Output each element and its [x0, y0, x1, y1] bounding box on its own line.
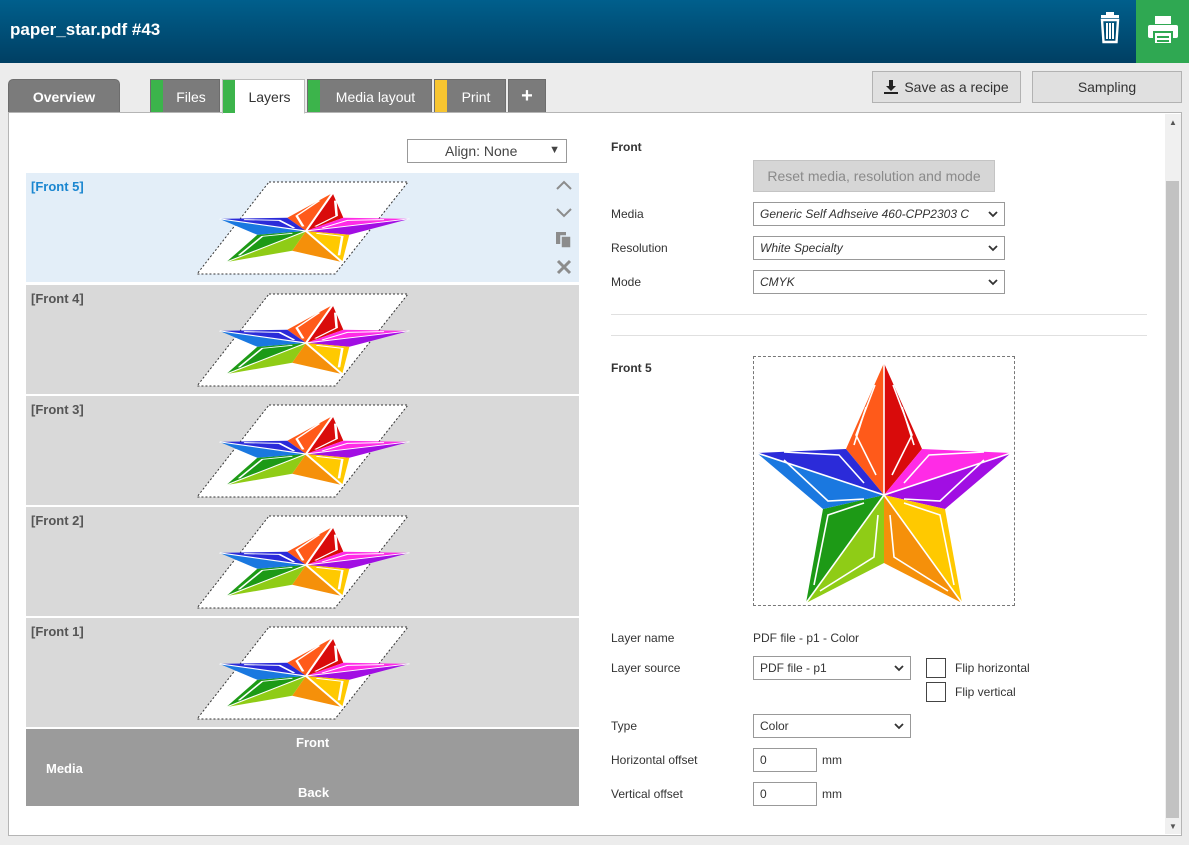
media-label: Media [46, 761, 83, 776]
chevron-down-icon [988, 245, 998, 252]
divider [611, 314, 1147, 315]
layer-row[interactable]: [Front 3] [26, 396, 579, 506]
layer-thumbnail [196, 515, 410, 609]
resolution-field-label: Resolution [611, 241, 668, 255]
flip-horizontal-checkbox[interactable] [926, 658, 946, 678]
chevron-down-icon [894, 665, 904, 672]
layer-thumbnail [196, 293, 410, 387]
horizontal-offset-input[interactable]: 0 [753, 748, 817, 772]
download-icon [884, 80, 899, 94]
vertical-offset-label: Vertical offset [611, 787, 683, 801]
layer-thumbnail [196, 626, 410, 720]
flip-vertical-checkbox[interactable] [926, 682, 946, 702]
divider [611, 335, 1147, 336]
move-up-icon[interactable] [554, 175, 574, 195]
vertical-offset-unit: mm [822, 787, 842, 801]
media-front-label[interactable]: Front [296, 735, 329, 750]
add-tab-button[interactable]: + [508, 79, 546, 113]
delete-icon[interactable] [554, 257, 574, 277]
sampling-button[interactable]: Sampling [1032, 71, 1182, 103]
layer-source-select[interactable]: PDF file - p1 [753, 656, 911, 680]
resolution-select[interactable]: White Specialty [753, 236, 1005, 260]
scroll-down-arrow-icon[interactable]: ▼ [1166, 822, 1180, 831]
media-bar: Front Media Back [26, 729, 579, 806]
layer-row-label: [Front 1] [31, 624, 84, 639]
layer-row-label: [Front 4] [31, 291, 84, 306]
tab-files[interactable]: Files [150, 79, 220, 113]
chevron-down-icon [988, 279, 998, 286]
layer-source-label: Layer source [611, 661, 681, 675]
media-select[interactable]: Generic Self Adhseive 460-CPP2303 C [753, 202, 1005, 226]
reset-media-button[interactable]: Reset media, resolution and mode [753, 160, 995, 192]
layer-thumbnail [196, 181, 410, 275]
tab-media-layout[interactable]: Media layout [307, 79, 432, 113]
media-field-label: Media [611, 207, 644, 221]
type-label: Type [611, 719, 638, 733]
tab-overview[interactable]: Overview [8, 79, 120, 113]
layer-row-label: [Front 3] [31, 402, 84, 417]
duplicate-icon[interactable] [554, 230, 574, 250]
layer-name-value: PDF file - p1 - Color [753, 631, 860, 645]
layer-row[interactable]: [Front 2] [26, 507, 579, 617]
layer-row[interactable]: [Front 5] [26, 173, 579, 283]
layer-preview [753, 356, 1015, 606]
layer-row[interactable]: [Front 1] [26, 618, 579, 728]
flip-vertical-label: Flip vertical [955, 685, 1016, 699]
job-title: paper_star.pdf #43 [10, 20, 161, 39]
horizontal-offset-unit: mm [822, 753, 842, 767]
flip-horizontal-label: Flip horizontal [955, 661, 1030, 675]
chevron-down-icon [894, 723, 904, 730]
media-back-label[interactable]: Back [298, 785, 329, 800]
layer-title: Front 5 [611, 361, 652, 375]
layer-row-label: [Front 2] [31, 513, 84, 528]
scroll-up-arrow-icon[interactable]: ▲ [1166, 118, 1180, 127]
print-button[interactable] [1136, 0, 1189, 63]
layer-row[interactable]: [Front 4] [26, 285, 579, 395]
chevron-down-icon [988, 211, 998, 218]
app-header: paper_star.pdf #43 [0, 0, 1189, 63]
tab-layers[interactable]: Layers [222, 79, 305, 114]
front-section-title: Front [611, 140, 642, 154]
caret-down-icon: ▼ [549, 144, 560, 156]
vertical-offset-input[interactable]: 0 [753, 782, 817, 806]
mode-select[interactable]: CMYK [753, 270, 1005, 294]
move-down-icon[interactable] [554, 203, 574, 223]
horizontal-offset-label: Horizontal offset [611, 753, 698, 767]
layer-row-label: [Front 5] [31, 179, 84, 194]
printer-icon [1148, 16, 1178, 45]
layer-thumbnail [196, 404, 410, 498]
save-recipe-button[interactable]: Save as a recipe [872, 71, 1021, 103]
tab-print[interactable]: Print [434, 79, 506, 113]
star-artwork [756, 363, 1012, 604]
type-select[interactable]: Color [753, 714, 911, 738]
align-select[interactable]: Align: None ▼ [407, 139, 567, 163]
layer-name-label: Layer name [611, 631, 675, 645]
scrollbar-thumb[interactable] [1166, 181, 1179, 818]
trash-icon[interactable] [1094, 12, 1126, 48]
mode-field-label: Mode [611, 275, 642, 289]
